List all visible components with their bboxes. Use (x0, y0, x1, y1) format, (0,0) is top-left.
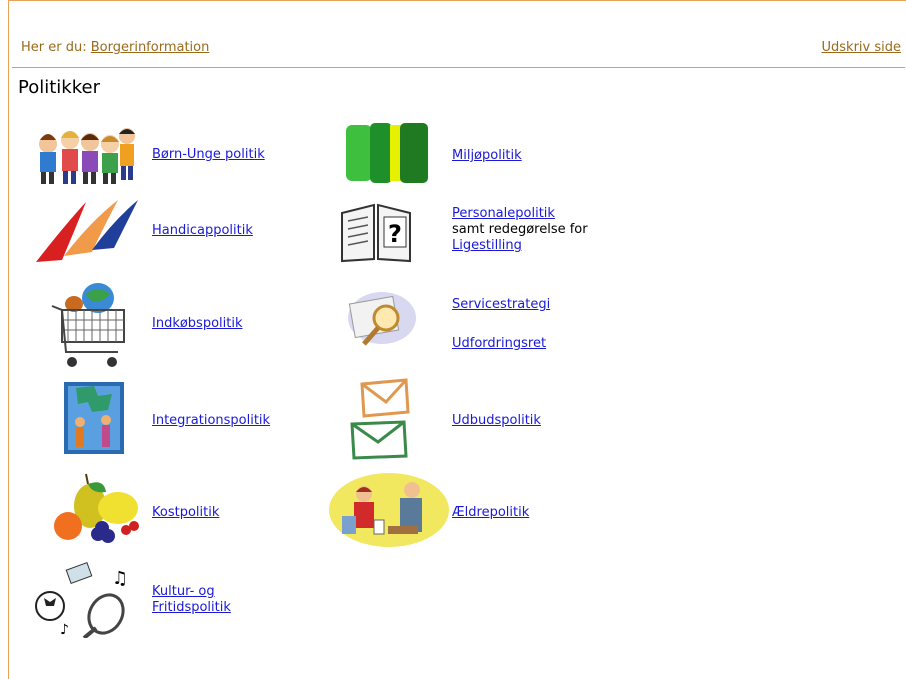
link-born-unge-politik[interactable]: Børn-Unge politik (152, 147, 265, 162)
link-aeldrepolitik[interactable]: Ældrepolitik (452, 505, 529, 520)
fruit-icon[interactable] (48, 472, 146, 548)
green-stripes-icon[interactable] (346, 123, 428, 183)
page-title: Politikker (18, 77, 100, 98)
print-page-link[interactable]: Udskriv side (822, 40, 902, 55)
svg-text:♪: ♪ (60, 622, 69, 638)
swoosh-logo-icon[interactable] (34, 196, 140, 268)
shopping-cart-icon[interactable] (48, 280, 130, 370)
breadcrumb-prefix: Her er du: (21, 40, 87, 55)
sports-music-icon[interactable]: ♫ ♪ (34, 562, 138, 638)
children-group-icon[interactable] (34, 122, 136, 186)
link-fritidspolitik[interactable]: Fritidspolitik (152, 600, 231, 615)
link-personalepolitik[interactable]: Personalepolitik (452, 206, 555, 221)
elderly-people-icon[interactable] (328, 472, 450, 548)
link-handicappolitik[interactable]: Handicappolitik (152, 223, 253, 238)
frame-left-border (8, 0, 9, 679)
link-integrationspolitik[interactable]: Integrationspolitik (152, 413, 270, 428)
link-udfordringsret[interactable]: Udfordringsret (452, 336, 546, 351)
link-ligestilling[interactable]: Ligestilling (452, 238, 522, 253)
open-book-question-icon[interactable]: ? (338, 195, 414, 265)
personale-note-text: samt redegørelse for (452, 222, 588, 237)
breadcrumb-trail: Her er du: Borgerinformation (21, 40, 209, 55)
link-indkobspolitik[interactable]: Indkøbspolitik (152, 316, 243, 331)
puzzle-figures-icon[interactable] (64, 382, 124, 454)
link-kostpolitik[interactable]: Kostpolitik (152, 505, 219, 520)
envelopes-icon[interactable] (348, 378, 412, 460)
svg-text:♫: ♫ (112, 568, 128, 589)
header-divider (12, 67, 905, 68)
link-miljopolitik[interactable]: Miljøpolitik (452, 148, 522, 163)
link-servicestrategi[interactable]: Servicestrategi (452, 297, 550, 312)
link-kultur-og[interactable]: Kultur- og (152, 584, 215, 599)
breadcrumb-link-borgerinformation[interactable]: Borgerinformation (91, 40, 210, 55)
frame-top-border (8, 0, 906, 1)
svg-text:?: ? (388, 220, 402, 248)
magnifier-document-icon[interactable] (346, 288, 416, 352)
link-udbudspolitik[interactable]: Udbudspolitik (452, 413, 541, 428)
breadcrumb: Her er du: Borgerinformation Udskriv sid… (21, 40, 901, 58)
